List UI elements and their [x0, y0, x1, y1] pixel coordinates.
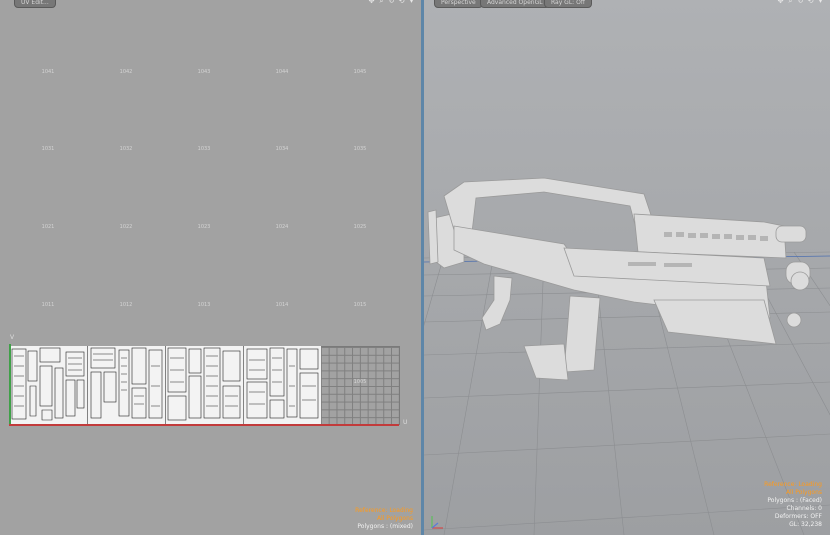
tile-label: 1023 [197, 224, 211, 230]
tile-label: 1045 [353, 69, 367, 75]
scene-canvas[interactable] [424, 0, 830, 535]
axis-gizmo-icon [431, 516, 443, 529]
tile-label: 1041 [41, 69, 55, 75]
v-axis-label: V [10, 334, 15, 341]
polygons-status: Polygons : (Faced) [767, 497, 822, 504]
tile-label: 1042 [119, 69, 133, 75]
u-axis-label: U [403, 419, 408, 426]
uv-viewport-tab[interactable]: UV Edit... [14, 0, 56, 8]
uv-shell-tile[interactable] [244, 346, 321, 424]
tile-label: 1031 [41, 146, 55, 152]
tile-label: 1012 [119, 302, 133, 308]
reset-icon[interactable]: ⟲ [398, 0, 405, 5]
menu-icon[interactable]: ▾ [408, 0, 415, 5]
selection-status: All Polygons [785, 489, 822, 496]
selection-status: All Polygons [376, 515, 413, 522]
uv-info-overlay: Reference: Loading All Polygons Polygons… [355, 507, 413, 531]
uv-shell-tile[interactable] [166, 346, 243, 424]
tile-label: 1011 [41, 302, 55, 308]
tile-label: 1015 [353, 302, 367, 308]
tile-label: 1021 [41, 224, 55, 230]
tile-label: 1034 [275, 146, 289, 152]
rifle-model [427, 177, 811, 381]
tile-label: 1043 [197, 69, 211, 75]
zoom-icon[interactable]: ⌕ [378, 0, 385, 5]
tile-label: 1044 [275, 69, 289, 75]
tile-label: 1024 [275, 224, 289, 230]
uv-editor-viewport[interactable]: UV Edit... ✥ ⌕ ↻ ⟲ ▾ 1041 1042 1043 1044… [0, 0, 421, 535]
reference-status: Reference: Loading [764, 481, 822, 488]
polygons-status: Polygons : (mixed) [357, 523, 413, 530]
perspective-viewport[interactable]: Perspective Advanced OpenGL Ray GL: Off … [424, 0, 830, 535]
gl-count-status: GL: 32,238 [789, 521, 822, 528]
tile-label: 1032 [119, 146, 133, 152]
u-axis [9, 424, 399, 426]
tile-label: 1022 [119, 224, 133, 230]
move-icon[interactable]: ✥ [368, 0, 375, 5]
tile-label: 1035 [353, 146, 367, 152]
deformers-status: Deformers: OFF [774, 513, 822, 520]
uv-viewport-controls: ✥ ⌕ ↻ ⟲ ▾ [368, 0, 415, 5]
tile-label: 1013 [197, 302, 211, 308]
tile-label: 1033 [197, 146, 211, 152]
channels-status: Channels: 0 [786, 505, 822, 512]
scene-info-overlay: Reference: Loading All Polygons Polygons… [764, 481, 822, 529]
empty-tile-label: 1005 [353, 379, 367, 385]
reference-status: Reference: Loading [355, 507, 413, 514]
tile-label: 1014 [275, 302, 289, 308]
v-axis [9, 344, 11, 426]
tile-label: 1025 [353, 224, 367, 230]
uv-shell-tile[interactable] [10, 346, 87, 424]
uv-shell-tile[interactable] [88, 346, 165, 424]
rotate-icon[interactable]: ↻ [388, 0, 395, 5]
